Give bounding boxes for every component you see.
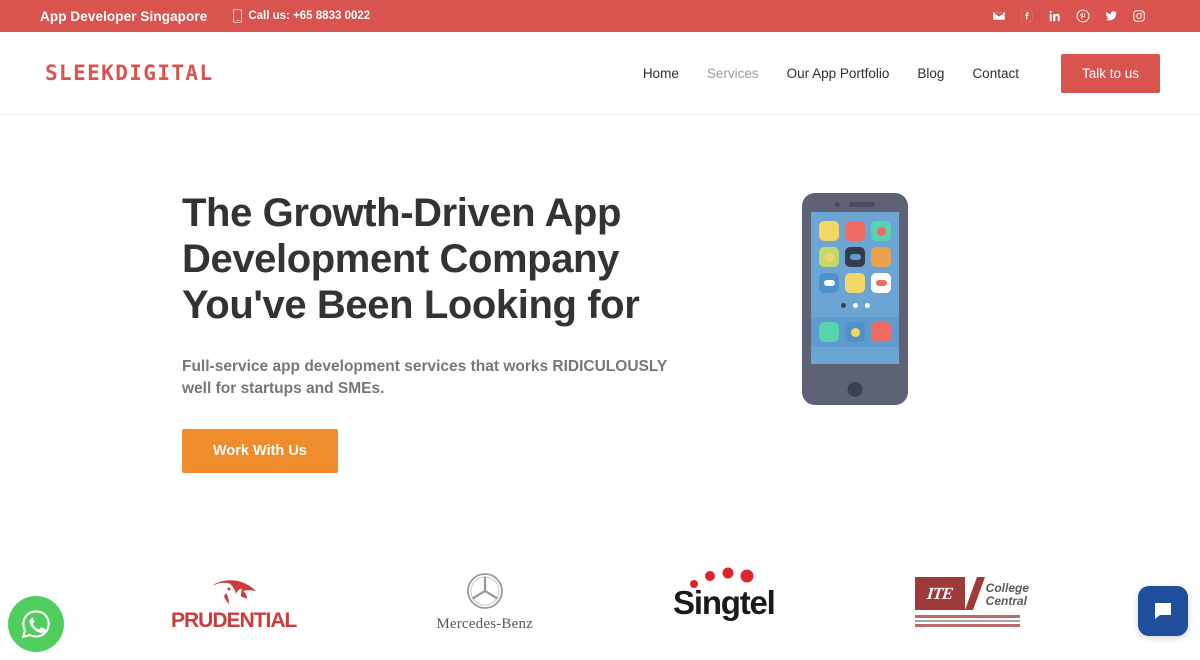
dock-app-icon (871, 322, 891, 342)
whatsapp-button[interactable] (8, 596, 64, 652)
linkedin-icon[interactable] (1048, 9, 1062, 23)
twitter-icon[interactable] (1104, 9, 1118, 23)
hero-title: The Growth-Driven App Development Compan… (182, 191, 640, 327)
talk-to-us-button[interactable]: Talk to us (1060, 53, 1160, 93)
ite-line-central: Central (985, 594, 1027, 609)
phone-dock (811, 317, 899, 347)
smartphone-illustration (802, 193, 908, 405)
app-icon (845, 273, 865, 293)
singtel-logo: Singtel (673, 567, 776, 621)
prudential-emblem-icon (211, 579, 256, 604)
nav-item-contact[interactable]: Contact (972, 66, 1019, 81)
singtel-dots-icon (690, 567, 754, 588)
app-icon (845, 221, 865, 241)
app-icon (819, 221, 839, 241)
chat-widget-button[interactable] (1138, 586, 1188, 636)
ite-slash-icon (964, 577, 985, 611)
nav-item-blog[interactable]: Blog (917, 66, 944, 81)
hero-content: The Growth-Driven App Development Compan… (182, 190, 682, 473)
ite-underline-bars (914, 613, 1020, 627)
nav-item-our-app-portfolio[interactable]: Our App Portfolio (787, 66, 890, 81)
phone-screen (811, 212, 899, 364)
app-icon (871, 221, 891, 241)
app-icon (819, 273, 839, 293)
singtel-wordmark: Singtel (673, 583, 776, 621)
mobile-phone-icon (233, 9, 243, 23)
page-dot (840, 303, 846, 308)
top-bar-brand: App Developer Singapore (40, 8, 208, 24)
main-navigation: Home Services Our App Portfolio Blog Con… (643, 53, 1160, 93)
ite-letters: ITE (926, 583, 954, 603)
ite-emblem: ITE College Central (914, 577, 1029, 611)
app-icon (819, 247, 839, 267)
hero-section: The Growth-Driven App Development Compan… (0, 115, 1200, 473)
client-logos: PRUDENTIAL Mercedes-Benz Singtel ITE Col… (0, 566, 1200, 638)
mercedes-star-icon (466, 573, 503, 609)
phone-speaker-icon (849, 202, 875, 207)
hero-illustration (802, 193, 908, 405)
site-logo[interactable]: SLEEKDIGITAL (45, 61, 214, 85)
phone-camera-icon (835, 202, 840, 207)
mercedes-wordmark: Mercedes-Benz (436, 616, 534, 632)
hero-subtitle: Full-service app development services th… (182, 358, 667, 397)
dock-app-icon (845, 322, 865, 342)
prudential-wordmark: PRUDENTIAL (170, 608, 297, 632)
page-dot (852, 303, 858, 308)
instagram-icon[interactable] (1132, 9, 1146, 23)
ite-college-central-logo: ITE College Central (914, 577, 1029, 627)
page-dot (864, 303, 870, 308)
pinterest-icon[interactable] (1076, 9, 1090, 23)
dock-app-icon (819, 322, 839, 342)
prudential-logo: PRUDENTIAL (170, 572, 297, 633)
social-links (992, 9, 1146, 23)
work-with-us-button[interactable]: Work With Us (182, 429, 338, 473)
app-icon (845, 247, 865, 267)
ite-college-central-text: College Central (986, 582, 1029, 608)
app-icon (871, 247, 891, 267)
app-icon (871, 273, 891, 293)
site-header: SLEEKDIGITAL Home Services Our App Portf… (0, 32, 1200, 115)
mercedes-benz-logo: Mercedes-Benz (436, 571, 533, 633)
nav-item-home[interactable]: Home (643, 66, 679, 81)
chat-bubble-icon (1155, 603, 1171, 619)
whatsapp-icon (21, 610, 50, 639)
call-us-text: Call us: +65 8833 0022 (248, 10, 371, 22)
email-icon[interactable] (992, 9, 1006, 23)
phone-app-grid (819, 221, 891, 293)
facebook-icon[interactable] (1020, 9, 1034, 23)
phone-page-dots (840, 303, 870, 308)
call-us-link[interactable]: Call us: +65 8833 0022 (233, 9, 370, 23)
nav-item-services[interactable]: Services (707, 66, 759, 81)
top-bar: App Developer Singapore Call us: +65 883… (0, 0, 1200, 32)
phone-home-button-icon (847, 382, 863, 397)
ite-box-icon: ITE (914, 577, 965, 611)
phone-top-bar (802, 202, 908, 207)
